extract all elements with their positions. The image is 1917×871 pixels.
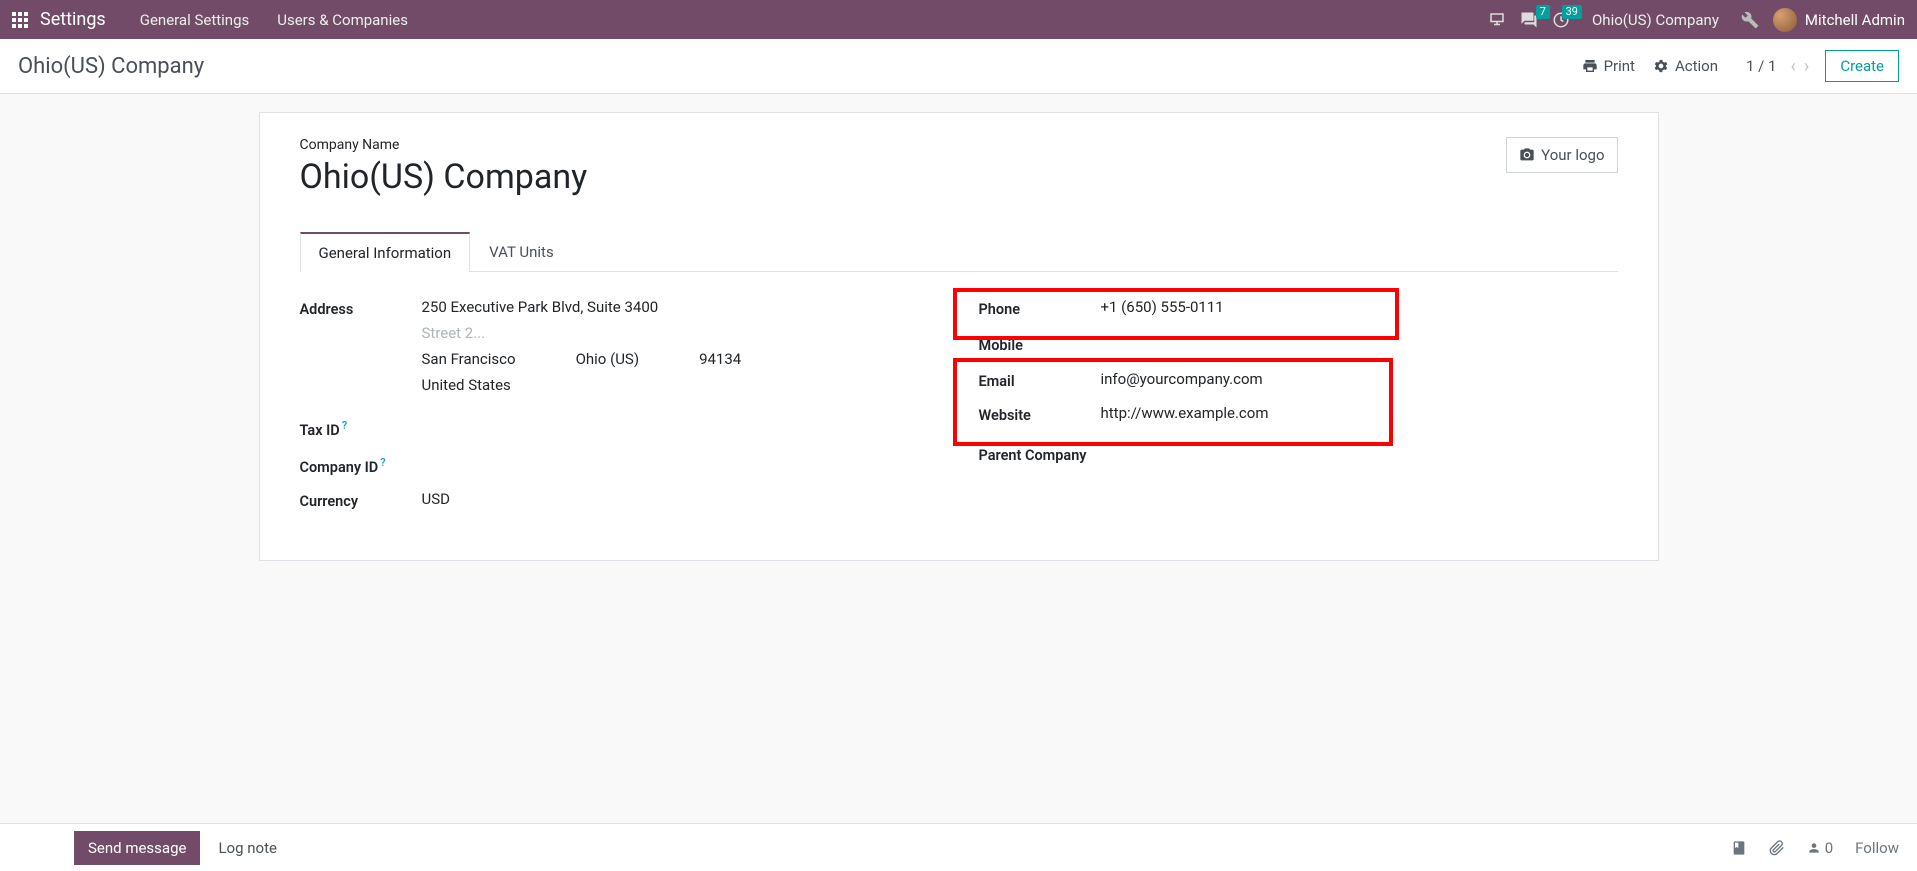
state-field[interactable]: Ohio (US) [576,350,640,368]
parent-company-label: Parent Company [979,444,1139,464]
address-label: Address [300,298,422,318]
breadcrumb-title: Ohio(US) Company [18,54,204,79]
action-button[interactable]: Action [1653,57,1718,75]
apps-icon[interactable] [12,12,28,28]
followers-count[interactable]: 0 [1807,839,1833,857]
help-icon[interactable]: ? [342,419,347,432]
email-field[interactable]: info@yourcompany.com [1101,370,1618,388]
send-message-button[interactable]: Send message [74,831,200,865]
form-sheet: Company Name Ohio(US) Company Your logo … [259,112,1659,561]
activities-icon[interactable]: 39 [1552,11,1570,29]
company-id-label: Company ID? [300,453,422,476]
country-field[interactable]: United States [422,376,939,394]
left-column: Address 250 Executive Park Blvd, Suite 3… [300,298,939,520]
attachment-icon[interactable] [1769,840,1785,856]
user-menu[interactable]: Mitchell Admin [1773,8,1905,32]
phone-field[interactable]: +1 (650) 555-0111 [1101,298,1618,316]
company-switcher[interactable]: Ohio(US) Company [1592,11,1719,29]
website-label: Website [979,404,1101,424]
email-label: Email [979,370,1101,390]
help-icon[interactable]: ? [380,456,385,469]
zip-field[interactable]: 94134 [699,350,741,368]
phone-label: Phone [979,298,1101,318]
pager-prev-icon[interactable]: ‹ [1787,56,1800,77]
street-field[interactable]: 250 Executive Park Blvd, Suite 3400 [422,298,939,316]
tab-general-information[interactable]: General Information [300,232,471,272]
city-field[interactable]: San Francisco [422,350,516,368]
log-note-button[interactable]: Log note [218,839,276,857]
user-name: Mitchell Admin [1805,11,1905,29]
company-name-label: Company Name [300,137,588,153]
app-brand[interactable]: Settings [40,9,106,30]
pager[interactable]: 1 / 1 [1746,57,1777,75]
follow-button[interactable]: Follow [1855,839,1899,857]
activities-badge: 39 [1562,5,1582,19]
menu-general-settings[interactable]: General Settings [140,11,250,29]
create-button[interactable]: Create [1825,50,1899,82]
voip-icon[interactable] [1488,11,1506,29]
camera-icon [1519,147,1535,163]
messages-icon[interactable]: 7 [1520,11,1538,29]
right-column: Phone +1 (650) 555-0111 Mobile Email inf… [979,298,1618,520]
tax-id-label: Tax ID? [300,416,422,439]
debug-icon[interactable] [1741,11,1759,29]
print-icon [1582,58,1598,74]
tabs: General Information VAT Units [300,231,1618,272]
chatter-bar: Send message Log note 0 Follow [0,823,1917,871]
address-field[interactable]: 250 Executive Park Blvd, Suite 3400 Stre… [422,298,939,402]
avatar [1773,8,1797,32]
book-icon[interactable] [1731,840,1747,856]
systray: 7 39 Ohio(US) Company Mitchell Admin [1488,8,1905,32]
currency-label: Currency [300,490,422,510]
control-panel: Ohio(US) Company Print Action 1 / 1 ‹ › … [0,39,1917,94]
company-name-field[interactable]: Ohio(US) Company [300,157,588,197]
messages-badge: 7 [1536,5,1550,19]
topbar: Settings General Settings Users & Compan… [0,0,1917,39]
menu-users-companies[interactable]: Users & Companies [277,11,408,29]
gear-icon [1653,58,1669,74]
pager-next-icon[interactable]: › [1800,56,1813,77]
currency-field[interactable]: USD [422,490,939,508]
print-button[interactable]: Print [1582,57,1635,75]
mobile-label: Mobile [979,334,1101,354]
street2-field[interactable]: Street 2... [422,324,939,342]
website-field[interactable]: http://www.example.com [1101,404,1618,422]
logo-upload[interactable]: Your logo [1506,137,1617,173]
tab-vat-units[interactable]: VAT Units [470,232,573,272]
